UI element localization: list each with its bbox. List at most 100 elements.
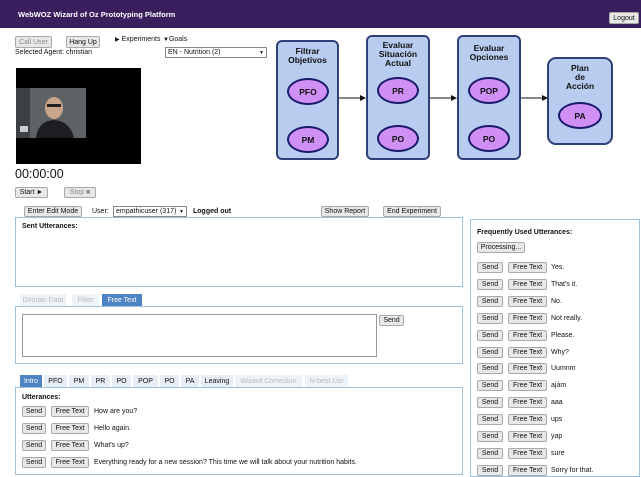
tab-pa[interactable]: PA	[181, 375, 199, 387]
session-timer: 00:00:00	[15, 167, 64, 181]
login-status: Logged out	[193, 208, 232, 215]
free-text-button[interactable]: Free Text	[508, 414, 547, 426]
free-text-panel: Send	[15, 306, 463, 364]
tab-pfo[interactable]: PFO	[44, 375, 67, 387]
send-button[interactable]: Send	[477, 295, 503, 307]
tab-leaving[interactable]: Leaving	[201, 375, 233, 387]
send-button[interactable]: Send	[477, 431, 503, 442]
sent-utterances-panel: Sent Utterances:	[15, 217, 463, 287]
free-text-button[interactable]: Free Text	[508, 312, 547, 324]
utterance-text: Uumnm	[551, 365, 576, 373]
free-text-button[interactable]: Free Text	[508, 397, 547, 409]
tab-pop[interactable]: POP	[133, 375, 158, 387]
processing-button[interactable]: Processing...	[477, 242, 525, 253]
send-button[interactable]: Send	[22, 457, 46, 468]
node-pm[interactable]: PM	[287, 126, 329, 153]
free-text-button[interactable]: Free Text	[508, 447, 547, 459]
goals-toggle[interactable]: ▼Goals	[163, 36, 187, 43]
node-pfo[interactable]: PFO	[287, 78, 329, 105]
user-label: User:	[92, 208, 109, 215]
input-tabbar: Domain Data Filter Free Text	[20, 294, 142, 306]
free-text-button[interactable]: Free Text	[508, 295, 547, 307]
end-experiment-button[interactable]: End Experiment	[383, 206, 441, 217]
free-text-button[interactable]: Free Text	[508, 363, 547, 375]
stage-title: Filtrar Objetivos	[288, 46, 327, 65]
tab-n-best-list[interactable]: N-best List	[305, 375, 348, 387]
node-po[interactable]: PO	[377, 125, 419, 152]
sent-utterances-title: Sent Utterances:	[22, 223, 78, 230]
free-text-input[interactable]	[22, 314, 377, 357]
send-button[interactable]: Send	[477, 329, 503, 341]
node-po[interactable]: PO	[468, 125, 510, 152]
send-button[interactable]: Send	[477, 397, 503, 409]
tab-domain-data[interactable]: Domain Data	[20, 294, 66, 306]
node-pop[interactable]: POP	[468, 77, 510, 104]
enter-edit-mode-button[interactable]: Enter Edit Mode	[24, 206, 82, 217]
node-pa[interactable]: PA	[558, 102, 602, 129]
utterance-text: aaa	[551, 399, 563, 407]
user-video-image	[16, 88, 86, 138]
free-text-button[interactable]: Free Text	[508, 431, 547, 442]
logout-button[interactable]: Logout	[609, 12, 639, 24]
tab-po[interactable]: PO	[112, 375, 131, 387]
tab-filter[interactable]: Filter	[72, 294, 99, 306]
free-text-button[interactable]: Free Text	[51, 440, 89, 451]
free-text-button[interactable]: Free Text	[508, 278, 547, 290]
send-button[interactable]: Send	[477, 346, 503, 358]
tab-po-2[interactable]: PO	[160, 375, 179, 387]
send-button[interactable]: Send	[477, 414, 503, 426]
free-text-button[interactable]: Free Text	[51, 423, 89, 434]
send-button[interactable]: Send	[477, 464, 503, 476]
tab-pr[interactable]: PR	[91, 375, 110, 387]
call-user-button[interactable]: Call User	[15, 36, 52, 48]
hang-up-button[interactable]: Hang Up	[66, 36, 100, 48]
send-button[interactable]: Send	[477, 447, 503, 459]
utterance-text: How are you?	[94, 408, 138, 415]
tab-pm[interactable]: PM	[69, 375, 89, 387]
free-text-button[interactable]: Free Text	[51, 457, 89, 468]
triangle-right-icon: ▶	[115, 37, 120, 43]
free-text-button[interactable]: Free Text	[508, 346, 547, 358]
goal-select-value: EN - Nutrition (2)	[168, 49, 221, 56]
send-button[interactable]: Send	[477, 262, 503, 273]
send-button[interactable]: Send	[477, 380, 503, 392]
stage-filtrar-objetivos: Filtrar Objetivos PFO PM	[276, 40, 339, 160]
send-button[interactable]: Send	[22, 406, 46, 417]
top-bar: WebWOZ Wizard of Oz Prototyping Platform…	[0, 0, 641, 28]
free-text-button[interactable]: Free Text	[508, 464, 547, 476]
tab-intro[interactable]: Intro	[20, 375, 42, 387]
experiments-toggle[interactable]: ▶ Experiments	[115, 36, 160, 43]
stop-button[interactable]: Stop ■	[64, 187, 96, 198]
free-text-button[interactable]: Free Text	[508, 262, 547, 273]
start-button[interactable]: Start ►	[15, 187, 48, 198]
goal-select[interactable]: EN - Nutrition (2) ▼	[165, 47, 267, 58]
utterance-text: yap	[551, 433, 563, 440]
tab-free-text[interactable]: Free Text	[102, 294, 142, 306]
stage-evaluar-situacion-actual: Evaluar Situación Actual PR PO	[366, 35, 430, 160]
user-select[interactable]: empathicuser (317) ▼	[113, 206, 187, 217]
free-text-button[interactable]: Free Text	[51, 406, 89, 417]
send-button[interactable]: Send	[477, 363, 503, 375]
utterance-text: Yes.	[551, 264, 565, 271]
send-button[interactable]: Send	[22, 440, 46, 451]
utterance-text: ups	[551, 416, 563, 424]
free-text-button[interactable]: Free Text	[508, 329, 547, 341]
send-button[interactable]: Send	[379, 315, 404, 326]
app-title: WebWOZ Wizard of Oz Prototyping Platform	[18, 10, 176, 19]
video-feed	[16, 68, 141, 164]
utterance-text: Hello again.	[94, 425, 131, 432]
send-button[interactable]: Send	[477, 312, 503, 324]
send-button[interactable]: Send	[22, 423, 46, 434]
utterances-panel: Utterances: Send Free Text How are you? …	[15, 387, 463, 475]
frequent-utterances-panel: Frequently Used Utterances: Processing..…	[470, 219, 640, 477]
show-report-button[interactable]: Show Report	[321, 206, 369, 217]
utterance-text: That's it.	[551, 280, 578, 288]
send-button[interactable]: Send	[477, 278, 503, 290]
utterance-text: ajám	[551, 382, 567, 390]
node-pr[interactable]: PR	[377, 77, 419, 104]
utterance-text: Not really.	[551, 314, 582, 322]
tab-wizard-correction[interactable]: Wizard Correction	[235, 375, 302, 387]
free-text-button[interactable]: Free Text	[508, 380, 547, 392]
utterance-text: Sorry for that.	[551, 466, 594, 474]
stage-evaluar-opciones: Evaluar Opciones POP PO	[457, 35, 521, 160]
